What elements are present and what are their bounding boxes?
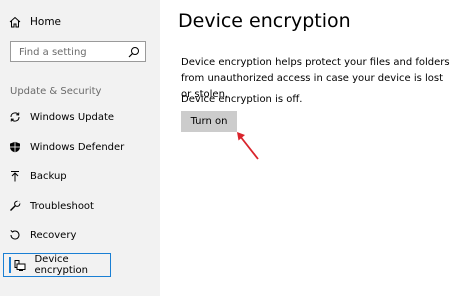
device-icon [14, 259, 26, 271]
home-icon [9, 16, 21, 28]
search-box[interactable] [10, 41, 146, 62]
section-header: Update & Security [10, 86, 102, 97]
annotation-arrow-icon [232, 130, 262, 162]
sidebar-item-device-encryption[interactable]: Device encryption [3, 253, 111, 277]
sidebar: Home Update & Security Windows Update [0, 0, 160, 296]
sidebar-item-label: Device encryption [34, 254, 89, 276]
home-nav-item[interactable]: Home [9, 12, 61, 32]
sidebar-item-label: Troubleshoot [30, 200, 94, 212]
sidebar-item-troubleshoot[interactable]: Troubleshoot [9, 197, 94, 215]
sidebar-item-label: Windows Defender [30, 141, 125, 153]
home-label: Home [30, 16, 62, 28]
sidebar-item-label: Windows Update [30, 111, 115, 123]
shield-icon [9, 141, 21, 153]
refresh-icon [9, 111, 21, 123]
turn-on-button[interactable]: Turn on [181, 111, 237, 132]
wrench-icon [9, 200, 21, 212]
selection-indicator [9, 257, 12, 273]
recovery-icon [9, 229, 21, 241]
search-icon[interactable] [128, 46, 140, 58]
page-title: Device encryption [178, 10, 351, 32]
sidebar-item-recovery[interactable]: Recovery [9, 226, 76, 244]
sidebar-item-label: Backup [30, 170, 67, 182]
backup-icon [9, 170, 21, 182]
sidebar-item-label: Recovery [30, 229, 77, 241]
sidebar-item-windows-update[interactable]: Windows Update [9, 108, 114, 126]
sidebar-item-backup[interactable]: Backup [9, 167, 67, 185]
search-input[interactable] [19, 45, 129, 59]
sidebar-item-windows-defender[interactable]: Windows Defender [9, 138, 124, 156]
encryption-status: Device encryption is off. [181, 94, 303, 105]
